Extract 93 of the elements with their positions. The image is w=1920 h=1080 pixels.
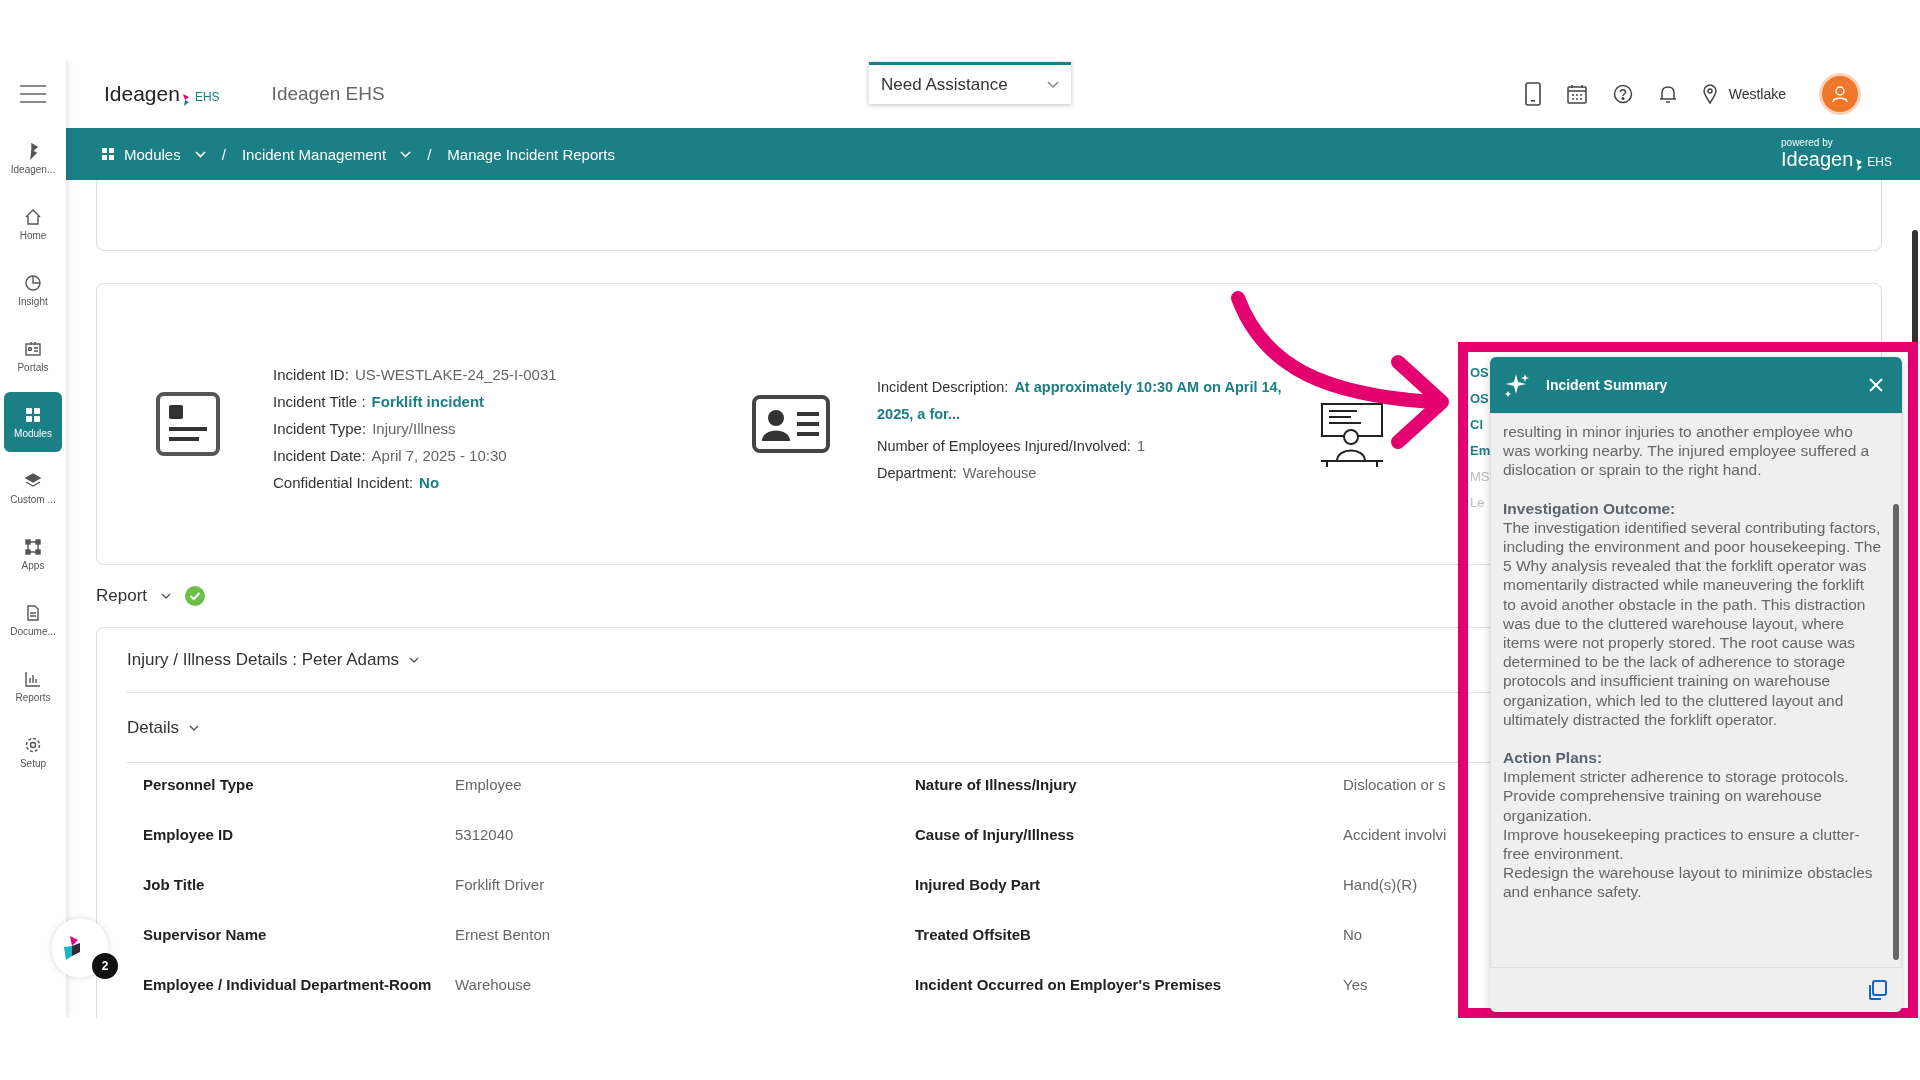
detail-label: Nature of Illness/Injury — [915, 775, 1077, 795]
avatar[interactable] — [1822, 76, 1858, 112]
assistant-bubble[interactable] — [52, 918, 108, 978]
grid-icon — [24, 405, 42, 424]
detail-label: Treated OffsiteB — [915, 925, 1031, 945]
detail-label: Job Title — [143, 875, 205, 895]
phone-icon[interactable] — [1524, 82, 1541, 106]
help-icon[interactable] — [1612, 84, 1633, 104]
powered-by-caption: powered by — [1781, 137, 1833, 148]
chevron-down-icon[interactable] — [188, 724, 199, 731]
incident-field: Department: Warehouse — [877, 464, 1297, 482]
grid-icon — [102, 148, 114, 160]
detail-label: Employee / Individual Department-Room — [143, 975, 432, 995]
layers-icon — [24, 471, 42, 490]
summary-text: Provide comprehensive training on warehouse organization. — [1503, 786, 1823, 825]
document-icon — [155, 391, 221, 457]
breadcrumb-link[interactable]: Manage Incident Reports — [447, 145, 615, 163]
sidebar-item[interactable]: Insight — [4, 260, 62, 320]
summary-text: Improve housekeeping practices to ensure a clutter-free environment. — [1503, 824, 1861, 864]
sparkle-icon — [1504, 372, 1530, 398]
sidebar-item[interactable]: Home — [4, 194, 62, 254]
summary-heading: Investigation Outcome: — [1503, 498, 1677, 518]
bell-icon[interactable] — [1658, 84, 1677, 104]
incident-field: Incident Description: At approximately 10:30 AM on April 14, 2025, a for... — [877, 374, 1297, 428]
detail-label: Employee ID — [143, 825, 234, 845]
sidebar-item[interactable]: Custom ... — [4, 458, 62, 518]
notification-badge: 2 — [92, 953, 118, 979]
detail-value: Forklift Driver — [455, 875, 545, 895]
summary-text: Implement stricter adherence to storage protocols. — [1503, 767, 1850, 787]
detail-label: Incident Occurred on Employer's Premises — [915, 975, 1222, 995]
incident-field: Incident ID: US-WESTLAKE-24_25-I-0031 — [273, 366, 673, 384]
document-icon — [24, 603, 42, 622]
detail-value: Accident involvi — [1343, 825, 1447, 845]
breadcrumb-separator: / — [221, 145, 226, 163]
chevron-down-icon[interactable] — [161, 593, 172, 599]
sidebar-item[interactable]: Docume... — [4, 590, 62, 650]
detail-value: Hand(s)(R) — [1343, 875, 1418, 895]
detail-value: Warehouse — [455, 975, 532, 995]
menu-icon[interactable] — [20, 85, 46, 103]
pie-chart-icon — [24, 273, 42, 292]
panel-title: Incident Summary — [1546, 377, 1668, 393]
summary-link[interactable]: OS — [1470, 364, 1489, 382]
section-title[interactable]: Report — [96, 586, 148, 606]
incident-field: Incident Title : Forklift incident — [273, 393, 673, 411]
home-icon — [24, 207, 42, 226]
summary-link[interactable]: Cl — [1470, 416, 1483, 434]
logo: Ideagen EHS — [1781, 148, 1892, 171]
app-name: Ideagen EHS — [271, 83, 385, 105]
summary-heading: Action Plans: — [1503, 748, 1604, 768]
detail-value: Yes — [1343, 975, 1368, 995]
breadcrumb-separator: / — [427, 145, 432, 163]
detail-label: Injured Body Part — [915, 875, 1041, 895]
logo[interactable]: Ideagen EHS — [104, 82, 220, 106]
sidebar-item[interactable]: Apps — [4, 524, 62, 584]
breadcrumb-link[interactable]: Incident Management — [241, 145, 412, 163]
summary-text: The investigation identified several contributing factors, including the environment and poor housekeeping. The 5 Why analysis revealed that the forklift operator was momentarily distracted while maneuvering the forklift to avoid another obstacle in the path. This distraction was due to the cluttered warehouse layout, where items were not properly stored. The root cause was determined to be the lack of adherence to storage protocols and insufficient training on warehouse organization, which led to the cluttered layout and ultimately distracted the forklift operator. — [1503, 517, 1881, 730]
detail-label: Personnel Type — [143, 775, 254, 795]
close-icon[interactable] — [1868, 377, 1884, 393]
location-pin-icon[interactable] — [1702, 84, 1717, 104]
sidebar-item[interactable]: Portals — [4, 326, 62, 386]
id-card-icon — [751, 394, 831, 454]
detail-label: Cause of Injury/Illness — [915, 825, 1075, 845]
detail-label: Supervisor Name — [143, 925, 267, 945]
location-label[interactable]: Westlake — [1728, 86, 1786, 102]
chevron-down-icon — [1047, 80, 1059, 89]
summary-text: resulting in minor injuries to another employee who was working nearby. The injured employee suffered a dislocation or sprain to the right hand. — [1503, 422, 1871, 480]
sidebar-item[interactable]: Reports — [4, 656, 62, 716]
calendar-icon[interactable] — [1566, 84, 1587, 104]
incident-field: Incident Type: Injury/Illness — [273, 420, 673, 438]
section-title[interactable]: Details — [127, 717, 179, 738]
chevron-down-icon[interactable] — [409, 657, 420, 663]
detail-value: Dislocation or s — [1343, 775, 1446, 795]
summary-text: Redesign the warehouse layout to minimize obstacles and enhance safety. — [1503, 863, 1874, 902]
incident-field: Confidential Incident: No — [273, 474, 673, 492]
breadcrumb-link[interactable]: Modules — [124, 145, 206, 163]
assistance-dropdown[interactable]: Need Assistance — [869, 62, 1071, 104]
detail-value: 5312040 — [455, 825, 514, 845]
sidebar-item[interactable]: Ideagen... — [4, 128, 62, 188]
bar-chart-icon — [24, 669, 42, 688]
detail-value: Ernest Benton — [455, 925, 551, 945]
settings-icon — [24, 735, 42, 754]
sidebar-item[interactable]: Setup — [4, 722, 62, 782]
incident-field: Number of Employees Injured/Involved: 1 — [877, 437, 1297, 455]
summary-link[interactable]: OS — [1470, 390, 1489, 408]
copy-icon[interactable] — [1866, 979, 1888, 1001]
detail-value: No — [1343, 925, 1363, 945]
summary-link[interactable]: Em — [1470, 442, 1491, 460]
id-card-icon — [24, 339, 42, 358]
section-title[interactable]: Injury / Illness Details : Peter Adams — [127, 650, 400, 670]
sidebar-item[interactable]: Modules — [4, 392, 62, 452]
nodes-icon — [24, 537, 42, 556]
incident-field: Incident Date: April 7, 2025 - 10:30 — [273, 447, 673, 465]
detail-value: Employee — [455, 775, 522, 795]
